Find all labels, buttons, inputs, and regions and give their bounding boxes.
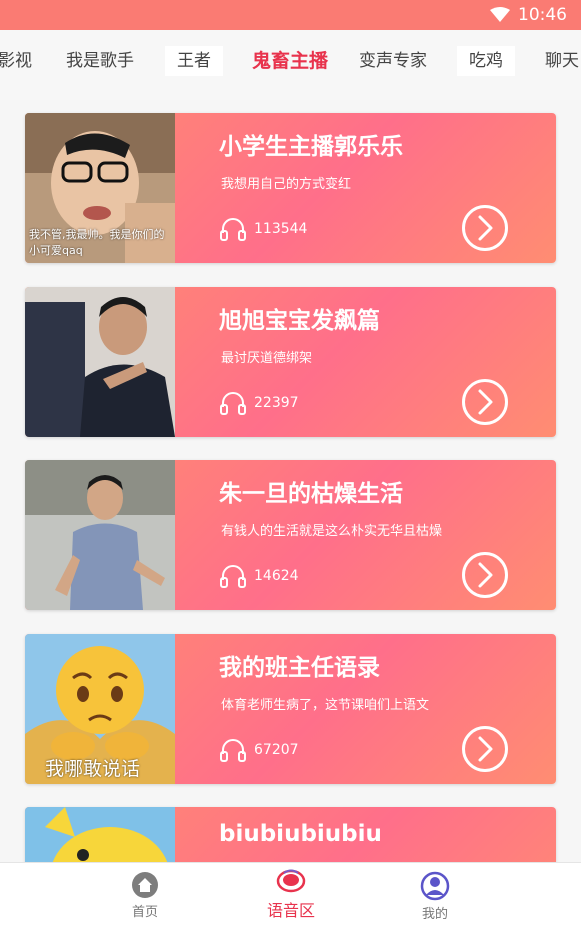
headphones-icon <box>220 392 246 415</box>
nav-voice-zone[interactable]: 语音区 <box>251 869 331 921</box>
card-thumbnail: 我不管,我最帅。我是你们的小可爱qaq <box>25 113 175 263</box>
play-arrow-button[interactable] <box>461 378 509 426</box>
play-count: 14624 <box>220 564 299 588</box>
tab-voice-changer[interactable]: 变声专家 <box>359 46 427 76</box>
nav-home[interactable]: 首页 <box>105 871 185 920</box>
play-count-value: 22397 <box>254 395 299 411</box>
nav-profile-label: 我的 <box>421 907 448 922</box>
card-title: 我的班主任语录 <box>219 655 380 681</box>
card-title: 旭旭宝宝发飙篇 <box>219 308 380 334</box>
nav-home-label: 首页 <box>131 905 158 920</box>
card-description: 体育老师生病了，这节课咱们上语文 <box>221 698 430 713</box>
tab-guichu-streamer[interactable]: 鬼畜主播 <box>252 46 328 82</box>
play-count-value: 67207 <box>254 742 299 758</box>
nav-voice-zone-label: 语音区 <box>266 901 315 920</box>
audio-card[interactable]: 我不管,我最帅。我是你们的小可爱qaq 小学生主播郭乐乐 我想用自己的方式变红 … <box>25 113 556 263</box>
profile-icon <box>420 871 450 901</box>
card-title: 小学生主播郭乐乐 <box>219 134 403 160</box>
home-icon <box>132 872 158 898</box>
tab-chat[interactable]: 聊天 <box>545 46 579 76</box>
status-time: 10:46 <box>518 5 567 25</box>
bottom-navigation: 首页 语音区 我的 <box>0 862 581 930</box>
headphones-icon <box>220 218 246 241</box>
card-thumbnail <box>25 460 175 610</box>
play-count: 22397 <box>220 391 299 415</box>
card-title: biubiubiubiu <box>219 821 382 847</box>
card-description: 我想用自己的方式变红 <box>221 177 352 192</box>
card-description: 最讨厌道德绑架 <box>221 351 313 366</box>
card-thumbnail: 我哪敢说话 <box>25 634 175 784</box>
nav-profile[interactable]: 我的 <box>395 871 475 922</box>
thumbnail-caption: 我不管,我最帅。我是你们的小可爱qaq <box>29 228 165 257</box>
audio-card[interactable]: 朱一旦的枯燥生活 有钱人的生活就是这么朴实无华且枯燥 14624 <box>25 460 556 610</box>
play-count: 67207 <box>220 738 299 762</box>
card-title: 朱一旦的枯燥生活 <box>219 481 403 507</box>
audio-card[interactable]: 旭旭宝宝发飙篇 最讨厌道德绑架 22397 <box>25 287 556 437</box>
play-arrow-button[interactable] <box>461 204 509 252</box>
tab-wangzhe[interactable]: 王者 <box>165 46 223 76</box>
tab-singer[interactable]: 我是歌手 <box>66 46 134 76</box>
card-thumbnail <box>25 287 175 437</box>
status-bar: 10:46 <box>0 0 581 30</box>
play-arrow-button[interactable] <box>461 725 509 773</box>
play-count: 113544 <box>220 217 307 241</box>
tab-chicken[interactable]: 吃鸡 <box>457 46 515 76</box>
play-count-value: 14624 <box>254 568 299 584</box>
category-tabs: 影视 我是歌手 王者 鬼畜主播 变声专家 吃鸡 聊天 <box>0 30 581 100</box>
headphones-icon <box>220 565 246 588</box>
card-description: 有钱人的生活就是这么朴实无华且枯燥 <box>221 524 443 539</box>
tab-movies[interactable]: 影视 <box>0 46 32 76</box>
wifi-icon <box>490 7 510 22</box>
thumbnail-caption: 我哪敢说话 <box>45 758 141 780</box>
voice-icon <box>276 869 306 893</box>
audio-card[interactable]: 我哪敢说话 我的班主任语录 体育老师生病了，这节课咱们上语文 67207 <box>25 634 556 784</box>
play-count-value: 113544 <box>254 221 308 237</box>
play-arrow-button[interactable] <box>461 551 509 599</box>
headphones-icon <box>220 739 246 762</box>
